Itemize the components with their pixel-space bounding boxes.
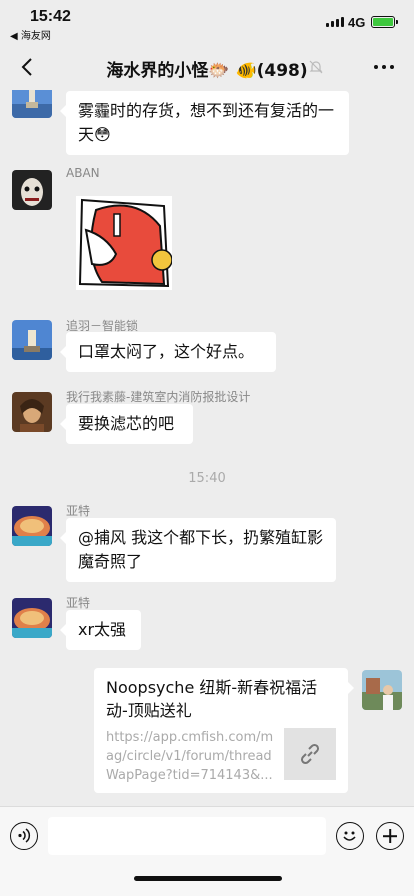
emoji-icon[interactable] — [336, 822, 364, 850]
message-bubble[interactable]: @捕风 我这个都下长，扔繁殖缸影魔奇照了 — [60, 518, 336, 582]
sender-name: 亚特 — [66, 504, 91, 518]
status-time: 15:42 — [30, 8, 71, 25]
network-label: 4G — [348, 15, 366, 30]
message-bubble[interactable]: 要换滤芯的吧 — [60, 404, 193, 444]
back-to-app-link[interactable]: ◀ 海友网 — [10, 27, 51, 42]
message-bubble[interactable]: 口罩太闷了，这个好点。 — [60, 332, 276, 372]
avatar[interactable] — [12, 170, 52, 210]
sender-name: 亚特 — [66, 596, 91, 610]
avatar[interactable] — [362, 670, 402, 710]
link-card-title: Noopsyche 纽斯-新春祝福活动-顶贴送礼 — [106, 678, 318, 720]
avatar[interactable] — [12, 90, 52, 118]
voice-icon[interactable] — [10, 822, 38, 850]
link-icon — [284, 728, 336, 780]
message-bubble[interactable]: xr太强 — [60, 610, 141, 650]
mute-bell-icon — [309, 60, 323, 74]
message-bubble[interactable]: 雾霾时的存货，想不到还有复活的一天😳 — [60, 91, 349, 155]
chat-title: 海水界的小怪🐡 🐠(498) — [106, 61, 308, 81]
avatar[interactable] — [12, 506, 52, 546]
home-indicator — [134, 876, 282, 881]
battery-icon — [371, 16, 398, 28]
signal-icon — [326, 17, 344, 27]
plus-icon[interactable] — [376, 822, 404, 850]
message-input[interactable] — [48, 817, 326, 855]
sticker-image[interactable] — [76, 196, 172, 290]
status-bar: 15:42 ◀ 海友网 4G — [0, 0, 414, 44]
message-timestamp: 15:40 — [188, 471, 226, 486]
input-bar — [0, 806, 414, 896]
chat-header: 海水界的小怪🐡 🐠(498) — [0, 44, 414, 90]
sender-name: 我行我素藤-建筑室内消防报批设计 — [66, 390, 251, 404]
link-card[interactable]: Noopsyche 纽斯-新春祝福活动-顶贴送礼 https://app.cmf… — [94, 668, 354, 793]
link-card-url: https://app.cmfish.com/mag/circle/v1/for… — [106, 730, 274, 783]
avatar[interactable] — [12, 598, 52, 638]
avatar[interactable] — [12, 320, 52, 360]
more-dots-icon[interactable] — [374, 65, 394, 69]
sender-name: ABAN — [66, 166, 100, 180]
chat-area[interactable]: 雾霾时的存货，想不到还有复活的一天😳 ABAN 追羽－智能锁 口罩太闷了，这个好… — [0, 90, 414, 806]
avatar[interactable] — [12, 392, 52, 432]
